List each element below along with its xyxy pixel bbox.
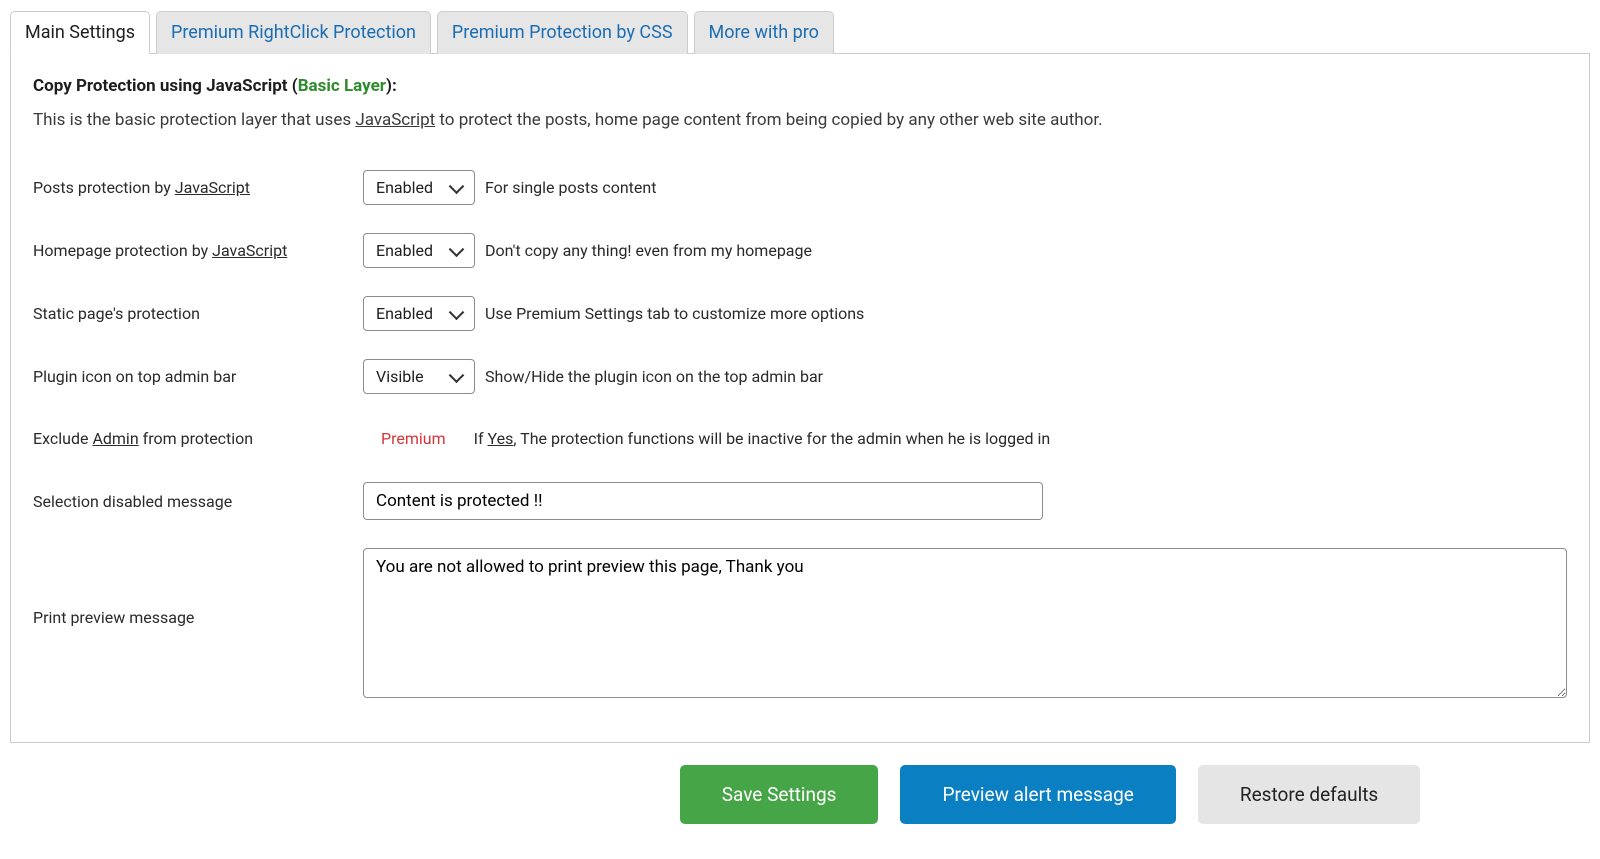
row-selection-message: Selection disabled message xyxy=(33,468,1567,534)
select-value: Enabled xyxy=(376,241,433,260)
tab-more-pro[interactable]: More with pro xyxy=(694,11,834,54)
textarea-print-message[interactable] xyxy=(363,548,1567,698)
desc-after: to protect the posts, home page content … xyxy=(435,110,1102,130)
heading-prefix: Copy Protection using JavaScript ( xyxy=(33,76,298,96)
label-posts-protection: Posts protection by JavaScript xyxy=(33,178,363,197)
desc-before: This is the basic protection layer that … xyxy=(33,110,355,130)
label-print-message: Print preview message xyxy=(33,548,363,627)
row-posts-protection: Posts protection by JavaScript Enabled F… xyxy=(33,156,1567,219)
select-static-protection[interactable]: Enabled xyxy=(363,296,475,331)
premium-badge: Premium xyxy=(381,429,446,448)
hint-exclude-admin: If Yes, The protection functions will be… xyxy=(474,429,1051,448)
select-posts-protection[interactable]: Enabled xyxy=(363,170,475,205)
settings-panel: Copy Protection using JavaScript (Basic … xyxy=(10,53,1590,743)
hint-posts-protection: For single posts content xyxy=(485,178,656,197)
label-exclude-admin: Exclude Admin from protection xyxy=(33,429,363,448)
select-value: Visible xyxy=(376,367,424,386)
section-description: This is the basic protection layer that … xyxy=(33,110,1567,130)
select-value: Enabled xyxy=(376,304,433,323)
label-plugin-icon: Plugin icon on top admin bar xyxy=(33,367,363,386)
input-selection-message[interactable] xyxy=(363,482,1043,520)
heading-suffix: ): xyxy=(386,76,397,96)
select-plugin-icon[interactable]: Visible xyxy=(363,359,475,394)
tab-main-settings[interactable]: Main Settings xyxy=(10,11,150,54)
row-print-message: Print preview message xyxy=(33,534,1567,712)
row-exclude-admin: Exclude Admin from protection Premium If… xyxy=(33,408,1567,468)
label-static-protection: Static page's protection xyxy=(33,304,363,323)
label-selection-message: Selection disabled message xyxy=(33,492,363,511)
hint-plugin-icon: Show/Hide the plugin icon on the top adm… xyxy=(485,367,823,386)
tab-premium-css[interactable]: Premium Protection by CSS xyxy=(437,11,688,54)
preview-button[interactable]: Preview alert message xyxy=(900,765,1175,824)
button-bar: Save Settings Preview alert message Rest… xyxy=(10,765,1590,824)
tab-premium-rightclick[interactable]: Premium RightClick Protection xyxy=(156,11,431,54)
desc-uline: JavaScript xyxy=(355,110,435,130)
select-value: Enabled xyxy=(376,178,433,197)
restore-button[interactable]: Restore defaults xyxy=(1198,765,1420,824)
row-homepage-protection: Homepage protection by JavaScript Enable… xyxy=(33,219,1567,282)
hint-static-protection: Use Premium Settings tab to customize mo… xyxy=(485,304,864,323)
hint-homepage-protection: Don't copy any thing! even from my homep… xyxy=(485,241,812,260)
row-plugin-icon: Plugin icon on top admin bar Visible Sho… xyxy=(33,345,1567,408)
row-static-protection: Static page's protection Enabled Use Pre… xyxy=(33,282,1567,345)
tabs-bar: Main Settings Premium RightClick Protect… xyxy=(10,10,1590,53)
save-button[interactable]: Save Settings xyxy=(680,765,879,824)
section-heading: Copy Protection using JavaScript (Basic … xyxy=(33,76,1567,96)
select-homepage-protection[interactable]: Enabled xyxy=(363,233,475,268)
label-homepage-protection: Homepage protection by JavaScript xyxy=(33,241,363,260)
heading-layer: Basic Layer xyxy=(298,76,386,96)
